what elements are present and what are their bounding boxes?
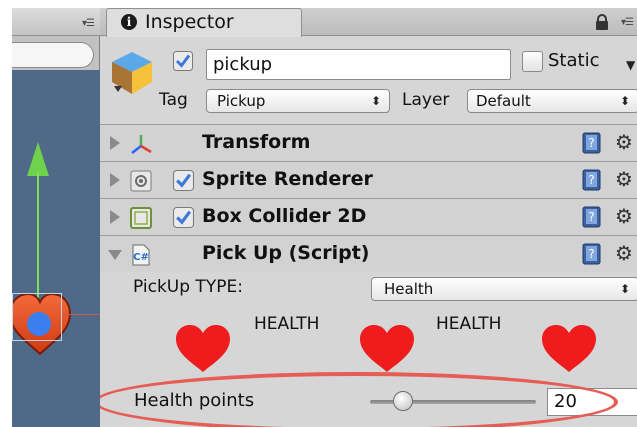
component-box-collider-2d[interactable]: Box Collider 2D ? ⚙ <box>100 198 637 235</box>
updown-arrow-icon: ⬍ <box>619 94 630 108</box>
panel-menu-icon[interactable]: ▾☰ <box>621 17 634 28</box>
tab-inspector[interactable]: i Inspector <box>106 8 302 37</box>
updown-arrow-icon: ⬍ <box>619 282 630 296</box>
foldout-arrow-icon[interactable] <box>110 136 120 150</box>
static-label: Static <box>548 50 600 71</box>
layer-select-value: Default <box>476 92 531 110</box>
inspector-tabbar: i Inspector ▾☰ <box>100 8 637 37</box>
health-text: HEALTH <box>254 314 320 334</box>
help-book-icon[interactable]: ? <box>582 206 602 228</box>
tag-select-value: Pickup <box>217 92 266 110</box>
csharp-script-icon: C# <box>132 244 150 266</box>
enabled-checkbox[interactable] <box>173 207 194 228</box>
gear-icon[interactable]: ⚙ <box>615 131 637 153</box>
unity-editor-window: ▾☰ i Inspector ▾☰ pickup Static ▼ Tag Pi… <box>0 0 637 427</box>
help-book-icon[interactable]: ? <box>582 132 602 154</box>
pickup-type-value: Health <box>384 280 434 298</box>
enabled-checkbox[interactable] <box>173 170 194 191</box>
lock-icon[interactable] <box>595 14 609 30</box>
heart-icon <box>360 325 414 372</box>
foldout-arrow-icon[interactable] <box>110 173 120 187</box>
gear-icon[interactable]: ⚙ <box>615 242 637 264</box>
layer-select[interactable]: Default ⬍ <box>467 89 637 113</box>
pickup-script-body: PickUp TYPE: Health ⬍ HEALTH HEALTH Heal… <box>100 274 637 427</box>
component-sprite-renderer[interactable]: Sprite Renderer ? ⚙ <box>100 161 637 198</box>
svg-text:?: ? <box>588 210 594 224</box>
transform-axes-icon <box>131 135 152 154</box>
scene-panel: ▾☰ <box>12 8 100 427</box>
y-axis-arrow-icon[interactable] <box>27 142 49 176</box>
tab-inspector-label: Inspector <box>145 11 234 33</box>
gear-icon[interactable]: ⚙ <box>615 168 637 190</box>
sprite-renderer-icon <box>130 170 152 192</box>
foldout-arrow-icon[interactable] <box>110 210 120 224</box>
heart-icon <box>542 325 596 372</box>
component-transform[interactable]: Transform ? ⚙ <box>100 124 637 161</box>
x-axis-handle[interactable] <box>62 314 100 315</box>
pivot-handle[interactable] <box>27 312 51 336</box>
pickup-type-select[interactable]: Health ⬍ <box>371 277 637 301</box>
component-title: Box Collider 2D <box>202 205 367 227</box>
static-checkbox[interactable] <box>522 51 543 72</box>
object-name-input[interactable]: pickup <box>206 49 511 80</box>
box-collider-icon <box>130 207 152 229</box>
help-book-icon[interactable]: ? <box>582 243 602 265</box>
svg-text:C#: C# <box>133 252 149 263</box>
active-checkbox[interactable] <box>173 51 193 71</box>
scene-view[interactable] <box>12 70 100 427</box>
inspector-panel: i Inspector ▾☰ pickup Static ▼ Tag Picku… <box>100 8 637 427</box>
updown-arrow-icon: ⬍ <box>370 94 381 108</box>
svg-text:?: ? <box>588 247 594 261</box>
heart-icon <box>176 325 230 372</box>
component-title: Transform <box>202 131 311 153</box>
scene-search-field[interactable] <box>12 42 94 68</box>
tag-label: Tag <box>159 90 188 110</box>
gear-icon[interactable]: ⚙ <box>615 205 637 227</box>
foldout-arrow-open-icon[interactable] <box>108 250 122 260</box>
component-title: Pick Up (Script) <box>202 242 370 264</box>
static-dropdown-icon[interactable]: ▼ <box>626 58 635 72</box>
pickup-type-label: PickUp TYPE: <box>133 277 243 297</box>
layer-label: Layer <box>402 90 450 110</box>
tag-select[interactable]: Pickup ⬍ <box>206 89 390 113</box>
svg-text:?: ? <box>588 173 594 187</box>
panel-menu-icon[interactable]: ▾☰ <box>82 18 95 29</box>
component-title: Sprite Renderer <box>202 168 373 190</box>
info-icon: i <box>121 14 137 30</box>
svg-text:?: ? <box>588 136 594 150</box>
component-pickup-script[interactable]: C# Pick Up (Script) ? ⚙ <box>100 235 637 272</box>
health-text: HEALTH <box>436 314 502 334</box>
scene-panel-header: ▾☰ <box>12 8 100 36</box>
highlight-annotation <box>100 372 618 427</box>
gameobject-cube-icon <box>112 52 152 94</box>
help-book-icon[interactable]: ? <box>582 169 602 191</box>
